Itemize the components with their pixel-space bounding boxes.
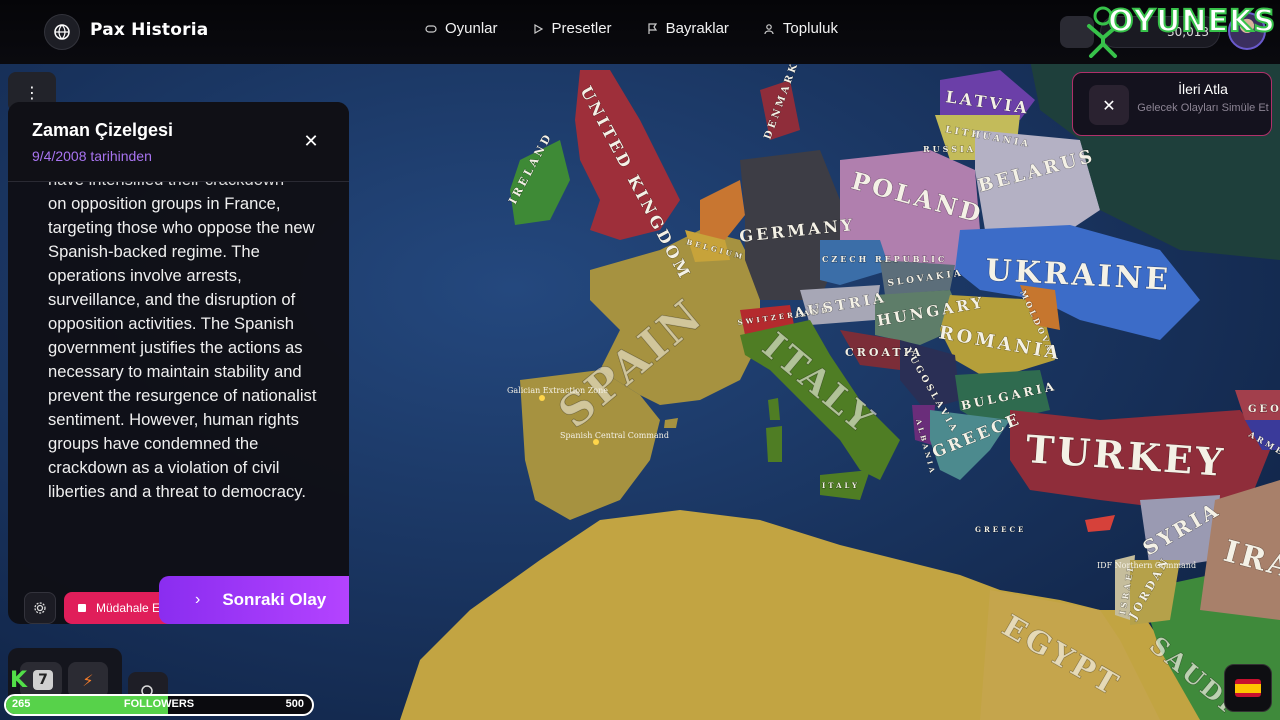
gear-icon [34,602,46,614]
skip-ahead-panel[interactable]: ✕ İleri Atla Gelecek Olayları Simüle Et [1072,72,1272,136]
gamepad-icon [425,24,437,33]
page-title: Zaman Çizelgesi [32,120,174,140]
label-georgia: GEORGIA [1248,404,1280,415]
play-icon [533,23,543,34]
timeline-panel: have intensified their crackdown on oppo… [8,102,349,624]
marker-spanish-command[interactable]: Spanish Central Command [560,431,669,440]
top-navbar: Pax Historia Oyunlar Presetler Bayraklar… [0,0,1280,64]
chevron-right-icon: › [195,591,201,608]
timeline-header: Zaman Çizelgesi 9/4/2008 tarihinden ✕ [8,102,349,182]
label-greece-small: GREECE [975,525,1026,534]
kick-logo-icon: K [10,668,28,693]
nav-item-games[interactable]: Oyunlar [425,20,498,37]
island-corsica [768,398,780,420]
label-czech: CZECH REPUBLIC [822,254,947,264]
timeline-date: 9/4/2008 tarihinden [32,148,152,164]
country-flag-button[interactable] [1224,664,1272,712]
nav-label: Oyunlar [445,20,498,37]
settings-button[interactable] [24,592,56,624]
island-sardinia [766,426,782,462]
lightning-icon: ⚡ [82,670,94,690]
people-icon [764,23,774,34]
label-italy-sicily: ITALY [822,481,860,490]
widget-button-lightning[interactable]: ⚡ [68,662,108,698]
marker-galician[interactable]: Galician Extraction Zone [507,386,608,395]
marker-dot[interactable] [539,395,545,401]
seven-tv-icon: 7 [33,670,53,690]
followers-goal: 500 [285,698,304,710]
marker-dot[interactable] [593,439,599,445]
intervene-label: Müdahale Et [96,601,164,615]
nav-label: Presetler [551,20,612,37]
skip-subtitle: Gelecek Olayları Simüle Et [1137,102,1269,114]
next-event-button[interactable]: › Sonraki Olay [159,576,349,624]
followers-progress: 265 FOLLOWERS 500 [4,694,314,716]
kebab-icon: ⋮ [24,82,40,102]
nav-item-flags[interactable]: Bayraklar [646,20,729,37]
flag-icon [647,22,657,34]
followers-label: FOLLOWERS [123,698,195,710]
event-text: have intensified their crackdown on oppo… [48,168,318,504]
brand-name[interactable]: Pax Historia [90,20,208,40]
watermark-text: OYUNEKS [1107,3,1276,40]
nav-label: Bayraklar [665,20,729,37]
close-icon[interactable]: ✕ [1089,85,1129,125]
next-event-label: Sonraki Olay [222,590,327,609]
stop-icon [78,604,86,612]
nav-item-presets[interactable]: Presetler [532,20,612,37]
skip-title: İleri Atla [1178,81,1228,97]
main-nav: Oyunlar Presetler Bayraklar Topluluk [425,20,838,37]
label-russia: RUSSIA [923,144,976,154]
app-logo-icon[interactable] [44,14,80,50]
nav-label: Topluluk [782,20,838,37]
nav-item-community[interactable]: Topluluk [763,20,838,37]
spain-flag-icon [1235,679,1261,697]
marker-idf[interactable]: IDF Northern Command [1097,561,1196,570]
close-icon[interactable]: ✕ [300,130,322,152]
event-text-body: on opposition groups in France, targetin… [48,194,317,501]
